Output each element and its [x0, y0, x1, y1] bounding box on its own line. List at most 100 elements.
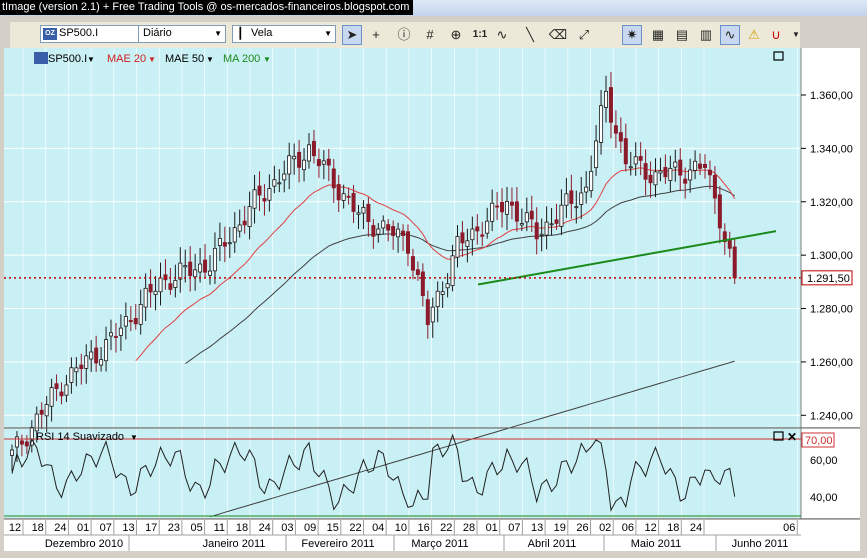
time-axis-month: Março 2011 [411, 538, 468, 550]
magnet-u-icon[interactable]: ∪ [766, 25, 786, 45]
candle-body [44, 404, 49, 417]
candle-body [430, 306, 435, 323]
candle-body [678, 159, 683, 176]
candle-body [653, 171, 658, 186]
candle-body [237, 224, 242, 232]
wave-icon[interactable]: ∿ [492, 25, 512, 45]
candle-body [668, 167, 673, 181]
legend-mae50[interactable]: MAE 50 [165, 53, 204, 65]
chart-style-select[interactable]: Vela ┃ ▼ [232, 25, 336, 43]
current-price-label: 1.291,50 [807, 273, 850, 285]
time-axis-day: 22 [349, 522, 361, 534]
time-axis-day: 09 [304, 522, 316, 534]
candle-body [559, 204, 564, 227]
eraser-icon[interactable]: ⌫ [548, 25, 568, 45]
candle-body [445, 283, 450, 289]
candle-body [351, 192, 356, 212]
wave-b-icon[interactable]: ∿ [720, 25, 740, 45]
candle-body [336, 184, 341, 201]
candle-body [316, 159, 321, 167]
candle-body [633, 156, 638, 165]
candle-body [405, 231, 410, 254]
candle-body [693, 160, 698, 171]
candle-body [89, 351, 94, 360]
candle-body [638, 156, 643, 161]
candle-body [222, 242, 227, 247]
cursor-arrow-icon[interactable]: ➤ [342, 25, 362, 45]
time-axis-day: 12 [644, 522, 656, 534]
crosshair-icon[interactable]: + [366, 25, 386, 45]
chevron-down-icon: ▼ [214, 29, 222, 38]
candle-body [465, 240, 470, 247]
close-icon[interactable]: ✕ [787, 430, 797, 444]
symbol-field[interactable]: OZ SP500.I [40, 25, 140, 43]
chevron-down-icon[interactable]: ▼ [786, 25, 806, 45]
candle-body [148, 283, 153, 293]
candle-body [79, 364, 84, 370]
candle-body [435, 290, 440, 308]
time-axis-day: 17 [145, 522, 157, 534]
candle-body [287, 155, 292, 175]
candle-body [688, 169, 693, 181]
candle-body [212, 247, 217, 272]
candle-body [381, 220, 386, 229]
price-label: 1.240,00 [810, 410, 853, 422]
candle-body [584, 186, 589, 193]
price-label: 1.320,00 [810, 197, 853, 209]
magnet-icon[interactable]: ✷ [622, 25, 642, 45]
window-titlebar: tImage (version 2.1) + Free Trading Tool… [0, 0, 867, 16]
candle-body [608, 87, 613, 123]
candle-body [401, 230, 406, 237]
price-label: 1.340,00 [810, 143, 853, 155]
legend-symbol[interactable]: SP500.I [48, 53, 87, 65]
price-label: 1.360,00 [810, 90, 853, 102]
timeframe-select[interactable]: Diário ▼ [138, 25, 226, 43]
time-axis-month: Abril 2011 [528, 538, 577, 550]
candle-body [306, 144, 311, 162]
arrow-tool-icon[interactable]: ⤢ [574, 25, 594, 45]
candle-body [554, 219, 559, 224]
legend-mae20[interactable]: MAE 20 [107, 53, 146, 65]
indicator-a-icon[interactable]: ▦ [648, 25, 668, 45]
legend-ma200[interactable]: MA 200 [223, 53, 260, 65]
candle-body [717, 194, 722, 229]
candle-body [252, 189, 257, 209]
chart-toolbar: OZ SP500.I Diário ▼ Vela ┃ ▼ ➤ + ⓘ # ⊕ 1… [10, 22, 800, 48]
candle-body [366, 203, 371, 222]
candle-body [594, 140, 599, 169]
candle-body [485, 220, 490, 234]
chevron-down-icon: ▼ [87, 55, 95, 64]
time-axis-day: 13 [531, 522, 543, 534]
grid-icon[interactable]: # [420, 25, 440, 45]
warning-icon[interactable]: ⚠ [744, 25, 764, 45]
candle-body [455, 236, 460, 258]
candle-body [450, 255, 455, 287]
indicator-b-icon[interactable]: ▤ [672, 25, 692, 45]
info-icon[interactable]: ⓘ [394, 25, 414, 45]
rsi-title[interactable]: RSI 14 Suavizado [36, 431, 124, 443]
candle-body [703, 163, 708, 168]
candle-body [104, 339, 109, 362]
candle-body [257, 185, 262, 196]
candle-body [153, 290, 158, 295]
zoom-icon[interactable]: ⊕ [446, 25, 466, 45]
candle-body [663, 166, 668, 178]
one-to-one-icon[interactable]: 1:1 [470, 25, 490, 45]
candle-body [376, 228, 381, 235]
symbol-icon: OZ [43, 28, 57, 40]
price-chart[interactable]: SP500.I ▼ MAE 20 ▼ MAE 50 ▼ MA 200 ▼ 1.3… [4, 48, 860, 551]
symbol-icon [34, 52, 48, 64]
candle-body [277, 182, 282, 185]
candle-body [64, 384, 69, 396]
trendline-icon[interactable]: ╲ [520, 25, 540, 45]
candle-body [133, 318, 138, 325]
time-axis-day: 18 [32, 522, 44, 534]
candle-body [579, 192, 584, 205]
candle-body [673, 161, 678, 168]
indicator-c-icon[interactable]: ▥ [696, 25, 716, 45]
candle-body [707, 169, 712, 176]
candle-body [198, 263, 203, 273]
time-axis-day: 07 [100, 522, 112, 534]
candle-body [49, 387, 54, 407]
chart-area[interactable]: SP500.I ▼ MAE 20 ▼ MAE 50 ▼ MA 200 ▼ 1.3… [4, 48, 860, 551]
